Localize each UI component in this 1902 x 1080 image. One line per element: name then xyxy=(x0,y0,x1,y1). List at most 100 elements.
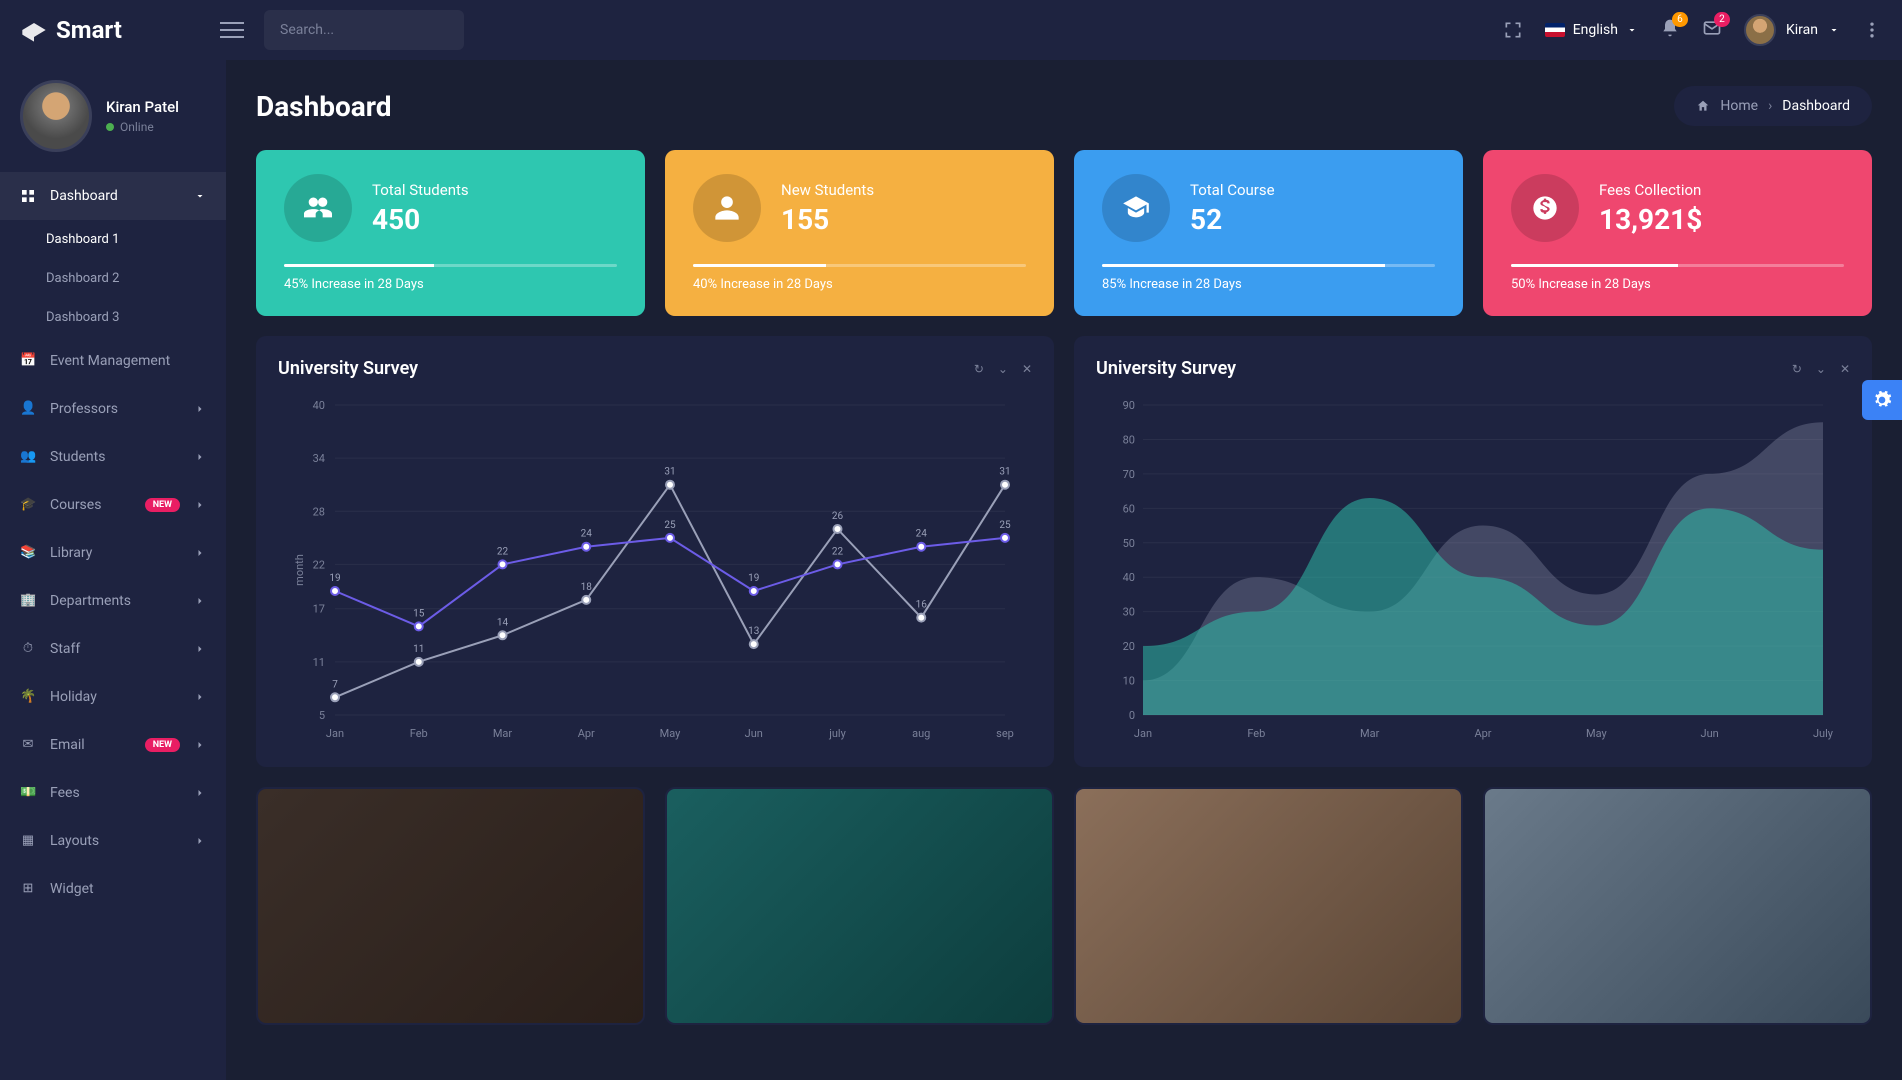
main-content: Dashboard Home › Dashboard Total Student… xyxy=(226,60,1902,1080)
sidebar-item-email[interactable]: ✉ Email NEW xyxy=(0,721,226,769)
card-label: Fees Collection xyxy=(1599,181,1702,199)
language-selector[interactable]: English xyxy=(1545,22,1638,38)
chevron-right-icon xyxy=(194,835,206,847)
sidebar-item-label: Fees xyxy=(50,785,180,801)
brand-logo[interactable]: Smart xyxy=(20,16,220,44)
panel-title: University Survey xyxy=(278,358,418,379)
chevron-right-icon xyxy=(194,787,206,799)
avatar xyxy=(1744,14,1776,46)
sidebar-item-event-management[interactable]: 📅 Event Management xyxy=(0,337,226,385)
close-icon[interactable]: ✕ xyxy=(1022,362,1032,376)
card-subtext: 50% Increase in 28 Days xyxy=(1511,277,1844,292)
chevron-right-icon xyxy=(194,691,206,703)
topbar: Smart English 6 2 Kiran xyxy=(0,0,1902,60)
svg-text:40: 40 xyxy=(1123,571,1135,584)
nav-icon: ▦ xyxy=(20,833,36,849)
svg-text:31: 31 xyxy=(664,467,675,478)
svg-text:24: 24 xyxy=(581,529,593,540)
area-chart: 0102030405060708090JanFebMarAprMayJunJul… xyxy=(1096,395,1850,745)
menu-toggle[interactable] xyxy=(220,17,244,43)
notifications-button[interactable]: 6 xyxy=(1660,18,1680,42)
svg-text:25: 25 xyxy=(999,520,1011,531)
card-icon xyxy=(1102,174,1170,242)
sidebar-item-label: Staff xyxy=(50,641,180,657)
sidebar-sub-dashboard-3[interactable]: Dashboard 3 xyxy=(0,298,226,337)
progress-bar xyxy=(284,264,617,267)
user-menu[interactable]: Kiran xyxy=(1744,14,1840,46)
close-icon[interactable]: ✕ xyxy=(1840,362,1850,376)
svg-text:May: May xyxy=(1586,727,1608,740)
sidebar-item-label: Layouts xyxy=(50,833,180,849)
svg-text:14: 14 xyxy=(497,617,509,628)
more-icon[interactable] xyxy=(1862,20,1882,40)
breadcrumb: Home › Dashboard xyxy=(1674,86,1872,126)
sidebar-sub-dashboard-1[interactable]: Dashboard 1 xyxy=(0,220,226,259)
sidebar-item-widget[interactable]: ⊞ Widget xyxy=(0,865,226,913)
stat-card: Total Course 52 85% Increase in 28 Days xyxy=(1074,150,1463,316)
settings-fab[interactable] xyxy=(1862,380,1902,420)
chevron-down-icon xyxy=(194,190,206,202)
sidebar-item-layouts[interactable]: ▦ Layouts xyxy=(0,817,226,865)
line-chart: 5111722283440JanFebMarAprMayJunjulyaugse… xyxy=(278,395,1032,745)
svg-text:22: 22 xyxy=(313,558,325,571)
nav-icon: 🏢 xyxy=(20,593,36,609)
chevron-down-icon xyxy=(1626,24,1638,36)
home-icon xyxy=(1696,99,1710,113)
svg-text:Jun: Jun xyxy=(745,727,763,740)
svg-text:Feb: Feb xyxy=(410,727,428,740)
nav-icon: 🎓 xyxy=(20,497,36,513)
sidebar-item-professors[interactable]: 👤 Professors xyxy=(0,385,226,433)
sidebar-sub-dashboard-2[interactable]: Dashboard 2 xyxy=(0,259,226,298)
image-card[interactable] xyxy=(1074,787,1463,1025)
card-label: New Students xyxy=(781,181,874,199)
svg-text:13: 13 xyxy=(748,626,759,637)
card-icon xyxy=(693,174,761,242)
svg-text:Jan: Jan xyxy=(1134,727,1152,740)
svg-text:20: 20 xyxy=(1123,640,1135,653)
sidebar-item-holiday[interactable]: 🌴 Holiday xyxy=(0,673,226,721)
profile-block: Kiran Patel Online xyxy=(0,80,226,172)
sidebar-item-departments[interactable]: 🏢 Departments xyxy=(0,577,226,625)
stat-card: Total Students 450 45% Increase in 28 Da… xyxy=(256,150,645,316)
refresh-icon[interactable]: ↻ xyxy=(974,362,984,376)
image-card[interactable] xyxy=(665,787,1054,1025)
image-card[interactable] xyxy=(1483,787,1872,1025)
sidebar-item-label: Courses xyxy=(50,497,131,513)
sidebar-item-students[interactable]: 👥 Students xyxy=(0,433,226,481)
new-badge: NEW xyxy=(145,738,180,752)
fullscreen-icon[interactable] xyxy=(1503,20,1523,40)
brand-text: Smart xyxy=(56,16,122,44)
svg-text:11: 11 xyxy=(313,656,325,669)
refresh-icon[interactable]: ↻ xyxy=(1792,362,1802,376)
avatar xyxy=(20,80,92,152)
grid-icon xyxy=(20,188,36,204)
image-card[interactable] xyxy=(256,787,645,1025)
nav-icon: 📚 xyxy=(20,545,36,561)
chevron-down-icon[interactable]: ⌄ xyxy=(998,362,1008,376)
search-box[interactable] xyxy=(264,10,464,50)
sidebar-item-dashboard[interactable]: Dashboard xyxy=(0,172,226,220)
panel-title: University Survey xyxy=(1096,358,1236,379)
sidebar-item-courses[interactable]: 🎓 Courses NEW xyxy=(0,481,226,529)
search-input[interactable] xyxy=(280,22,458,38)
panel-survey-line: University Survey ↻ ⌄ ✕ 5111722283440Jan… xyxy=(256,336,1054,767)
gear-icon xyxy=(1872,390,1892,410)
mail-badge: 2 xyxy=(1714,12,1730,27)
sidebar-item-library[interactable]: 📚 Library xyxy=(0,529,226,577)
breadcrumb-current: Dashboard xyxy=(1782,98,1850,114)
chevron-down-icon[interactable]: ⌄ xyxy=(1816,362,1826,376)
svg-text:11: 11 xyxy=(413,644,424,655)
svg-text:25: 25 xyxy=(664,520,676,531)
breadcrumb-home[interactable]: Home xyxy=(1720,98,1758,114)
sidebar-item-fees[interactable]: 💵 Fees xyxy=(0,769,226,817)
flag-icon xyxy=(1545,23,1565,37)
sidebar: Kiran Patel Online Dashboard Dashboard 1… xyxy=(0,60,226,1080)
nav-icon: 👤 xyxy=(20,401,36,417)
svg-text:Mar: Mar xyxy=(493,727,513,740)
sidebar-item-staff[interactable]: ⏱ Staff xyxy=(0,625,226,673)
svg-text:aug: aug xyxy=(912,727,930,740)
chevron-right-icon xyxy=(194,595,206,607)
sidebar-item-label: Professors xyxy=(50,401,180,417)
messages-button[interactable]: 2 xyxy=(1702,18,1722,42)
svg-text:18: 18 xyxy=(581,582,593,593)
